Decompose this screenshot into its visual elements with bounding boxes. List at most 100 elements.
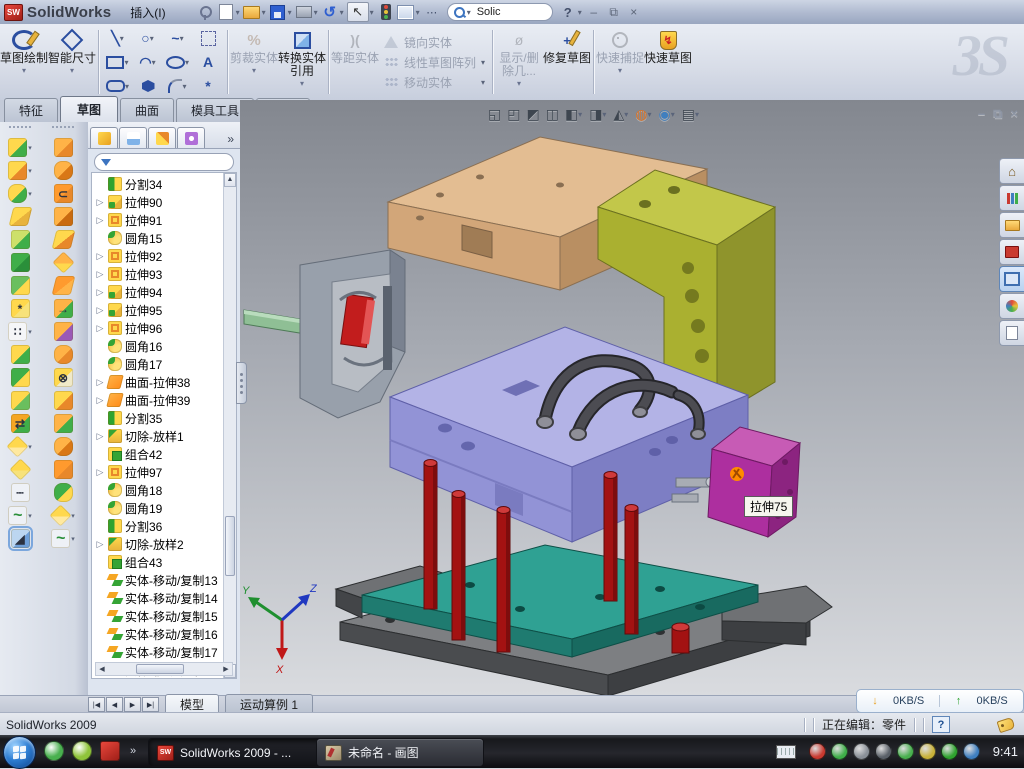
design-library-icon[interactable] [999, 185, 1024, 211]
security-ball-icon[interactable] [72, 741, 92, 761]
custom-properties-icon[interactable] [999, 320, 1024, 346]
scroll-up-icon[interactable]: ▲ [224, 173, 236, 187]
last-tab-icon[interactable]: ▶| [142, 697, 159, 712]
view-palette-icon[interactable] [999, 266, 1024, 292]
spline-icon[interactable]: ~▾ [163, 26, 193, 50]
propertymanager-tab-icon[interactable] [119, 127, 147, 148]
expand-arrow-icon[interactable]: ▷ [95, 305, 105, 316]
print-dropdown-icon[interactable]: ▾ [314, 8, 318, 17]
featuremanager-tab-icon[interactable] [90, 127, 118, 148]
rebuild-icon[interactable] [377, 4, 395, 21]
tree-horizontal-scrollbar[interactable]: ◀ ▶ [95, 662, 233, 676]
previous-view-icon[interactable]: ◩ [524, 106, 541, 123]
feature-tree-item[interactable]: 实体-移动/复制14 [92, 589, 224, 607]
scroll-left-icon[interactable]: ◀ [96, 665, 108, 673]
feature-tree-item[interactable]: ▷拉伸94 [92, 283, 224, 301]
first-tab-icon[interactable]: |◀ [88, 697, 105, 712]
feature-tree-item[interactable]: 实体-移动/复制16 [92, 625, 224, 643]
expand-arrow-icon[interactable]: ▷ [95, 377, 105, 388]
toolbar-grip[interactable] [9, 126, 31, 132]
extend-surface-icon[interactable]: → [54, 299, 73, 318]
save-icon[interactable] [269, 4, 287, 21]
swept-icon[interactable] [8, 207, 32, 226]
edit-appearance-icon[interactable]: ◍▾ [633, 106, 654, 123]
prev-tab-icon[interactable]: ◀ [106, 697, 123, 712]
feature-tree-item[interactable]: 组合43 [92, 553, 224, 571]
undo-icon[interactable]: ↺ [321, 4, 339, 21]
hole-wizard-icon[interactable]: * [11, 299, 30, 318]
curve-icon[interactable]: ~ [8, 506, 27, 525]
tab-sketch[interactable]: 草图 [60, 96, 118, 122]
knit-surface-icon[interactable] [54, 345, 73, 364]
feature-tree-item[interactable]: ▷拉伸97 [92, 463, 224, 481]
feature-tree-item[interactable]: 分割35 [92, 409, 224, 427]
menu-insert[interactable]: 插入(I) [121, 1, 182, 24]
rapid-sketch-button[interactable]: ↯快速草图 [644, 24, 692, 100]
feature-tree-item[interactable]: ▷拉伸95 [92, 301, 224, 319]
parting-line-icon[interactable] [54, 138, 73, 157]
feature-tree-item[interactable]: ▷拉伸91 [92, 211, 224, 229]
dimxpert-tab-icon[interactable] [177, 127, 205, 148]
instant3d-icon[interactable]: ◢ [11, 529, 30, 548]
convert-entities-button[interactable]: 转换实体引用▾ [278, 24, 326, 100]
pin-icon[interactable] [197, 4, 215, 21]
point-icon[interactable]: * [193, 74, 223, 98]
search-icon[interactable] [454, 7, 465, 18]
view-settings-icon[interactable]: ▤▾ [680, 106, 702, 123]
zoom-fit-icon[interactable]: ◱ [486, 106, 503, 123]
status-help-icon[interactable]: ? [932, 716, 950, 733]
circle-icon[interactable]: ○▾ [133, 26, 163, 50]
appearances-icon[interactable] [999, 293, 1024, 319]
combine-icon[interactable] [11, 345, 30, 364]
move-face-icon[interactable] [54, 414, 73, 433]
help-dropdown-icon[interactable]: ▾ [578, 8, 582, 17]
tree-vertical-scrollbar[interactable]: ▲ ▼ [223, 173, 236, 678]
expand-arrow-icon[interactable]: ▷ [95, 539, 105, 550]
close-button[interactable]: × [625, 4, 643, 20]
toolbox-icon[interactable] [999, 239, 1024, 265]
feature-tree-item[interactable]: 分割34 [92, 175, 224, 193]
tooling-split-icon[interactable] [54, 207, 73, 226]
volume-icon[interactable] [875, 743, 892, 760]
undo-dropdown-icon[interactable]: ▾ [340, 8, 344, 17]
feature-tree-item[interactable]: 圆角17 [92, 355, 224, 373]
feature-tree-item[interactable]: ▷拉伸92 [92, 247, 224, 265]
new-dropdown-icon[interactable]: ▾ [236, 8, 240, 17]
file-explorer-icon[interactable] [999, 212, 1024, 238]
tag-icon[interactable] [997, 716, 1016, 732]
open-dropdown-icon[interactable]: ▾ [262, 8, 266, 17]
scroll-right-icon[interactable]: ▶ [220, 665, 232, 673]
curve-dropdown-icon[interactable]: ▾ [28, 512, 32, 520]
linear-pattern-dropdown-icon[interactable]: ▾ [28, 328, 32, 336]
tabs-overflow-icon[interactable]: » [223, 132, 238, 148]
pin-sync-icon[interactable] [897, 743, 914, 760]
curve-dropdown-icon[interactable]: ▾ [71, 535, 75, 543]
search-dropdown-icon[interactable]: ▾ [467, 8, 471, 17]
solidworks-quicklaunch-icon[interactable] [100, 741, 120, 761]
apply-scene-icon[interactable]: ◉▾ [656, 106, 677, 123]
configurationmanager-tab-icon[interactable] [148, 127, 176, 148]
extruded-boss-icon[interactable] [8, 138, 27, 157]
polygon-icon[interactable] [133, 74, 163, 98]
plane-icon[interactable] [9, 458, 31, 480]
display-style-dropdown-icon[interactable]: ▾ [602, 110, 606, 119]
options-dropdown-icon[interactable]: ▾ [416, 8, 420, 17]
extruded-boss-dropdown-icon[interactable]: ▾ [28, 144, 32, 152]
reference-geometry-icon[interactable] [50, 504, 72, 526]
health-icon[interactable] [941, 743, 958, 760]
repair-sketch-button[interactable]: +修复草图 [543, 24, 591, 100]
tab-surfaces[interactable]: 曲面 [120, 98, 174, 122]
graphics-viewport[interactable]: X Y Z ◱◰◩◫◧▾◨▾◭▾◍▾◉▾▤▾ –⧉× ⌂ 拉伸75 [240, 100, 1024, 695]
smart-dimension-button-dropdown-icon[interactable]: ▾ [70, 66, 74, 75]
feature-tree-item[interactable]: 实体-移动/复制15 [92, 607, 224, 625]
document-minimize-button[interactable]: – [978, 106, 985, 122]
toolbar-grip[interactable] [52, 126, 74, 132]
core-icon[interactable] [51, 230, 75, 249]
linear-pattern-icon[interactable]: ∷ [8, 322, 27, 341]
panel-splitter-handle[interactable] [236, 362, 247, 404]
view-settings-dropdown-icon[interactable]: ▾ [695, 110, 699, 119]
messenger-icon[interactable] [44, 741, 64, 761]
document-close-button[interactable]: × [1010, 106, 1018, 122]
expand-arrow-icon[interactable]: ▷ [95, 323, 105, 334]
delete-face-icon[interactable]: ⊗ [54, 368, 73, 387]
